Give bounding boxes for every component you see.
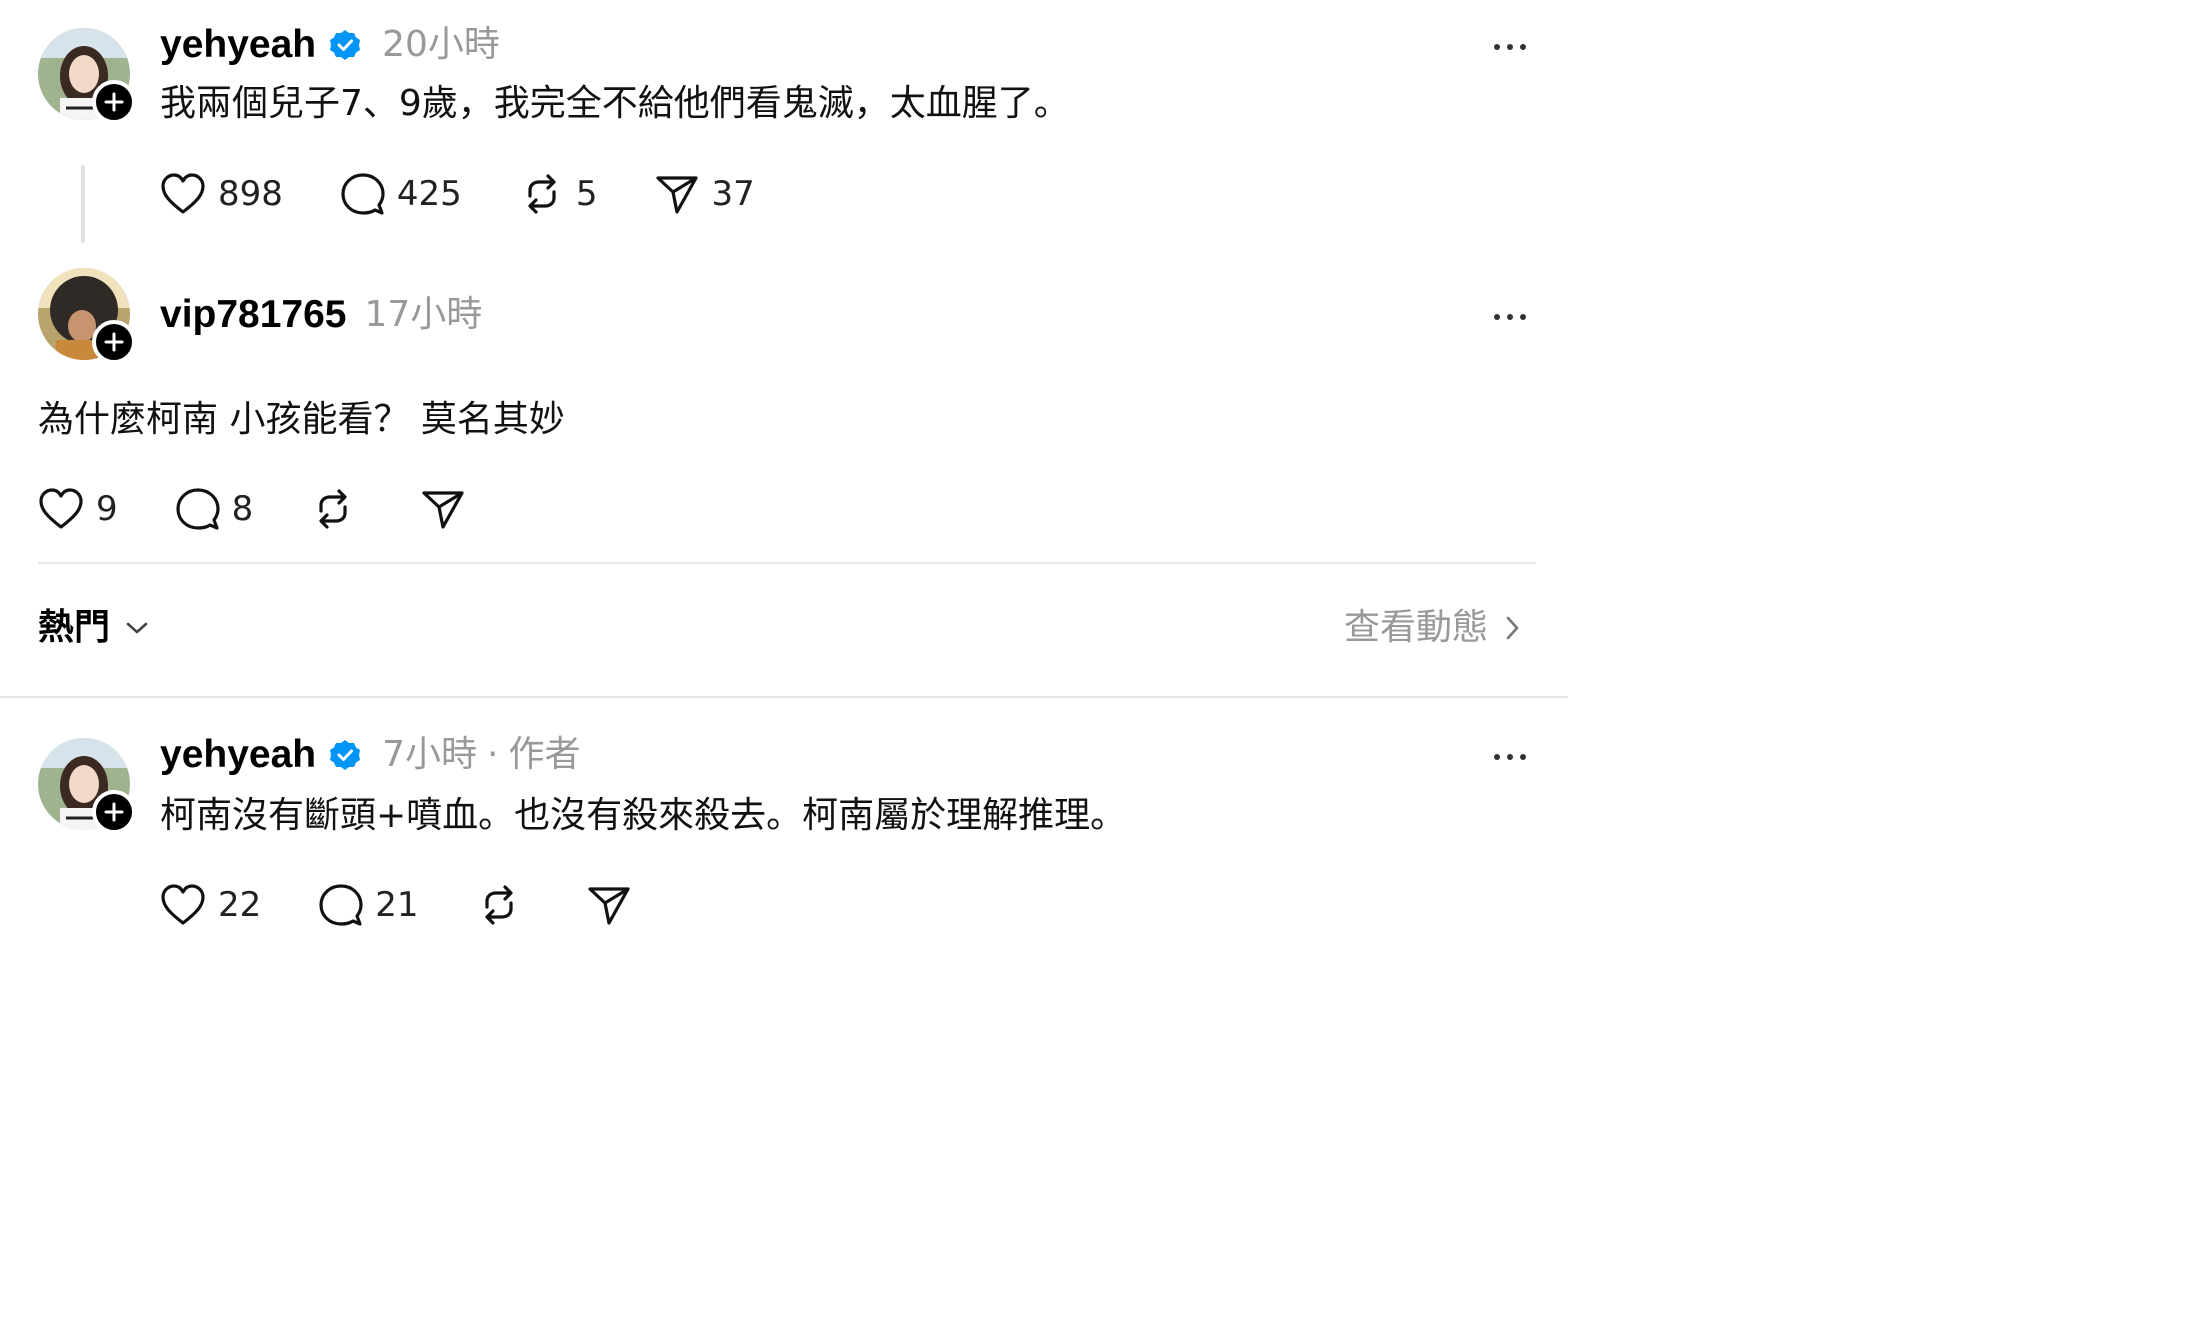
follow-button[interactable] [92, 80, 136, 124]
timestamp: 20小時 [382, 24, 500, 65]
send-icon [422, 491, 464, 529]
reply-button[interactable]: 21 [319, 880, 419, 930]
username[interactable]: vip781765 [160, 292, 347, 338]
share-button[interactable] [587, 880, 631, 930]
verified-badge-icon [328, 28, 362, 62]
heart-icon [161, 173, 205, 214]
share-count: 37 [711, 174, 755, 214]
repost-icon [319, 489, 347, 529]
verified-badge-icon [328, 738, 362, 772]
share-button[interactable]: 37 [655, 169, 755, 219]
plus-icon [104, 332, 124, 352]
username[interactable]: yehyeah [160, 732, 316, 778]
separator-dot: · [487, 734, 499, 775]
follow-button[interactable] [92, 790, 136, 834]
more-dots-icon[interactable] [1492, 32, 1532, 62]
view-activity-label: 查看動態 [1344, 607, 1489, 648]
reply-count: 8 [231, 489, 254, 529]
comment-bubble-icon [319, 884, 363, 926]
share-button[interactable] [421, 484, 465, 534]
heart-icon [161, 884, 205, 925]
comment-text: 為什麼柯南 小孩能看？ 莫名其妙 [38, 399, 565, 440]
username[interactable]: yehyeah [160, 22, 316, 68]
sort-label: 熱門 [38, 607, 111, 648]
timestamp: 7小時 [382, 734, 478, 775]
heart-icon [39, 488, 83, 529]
comment-bubble-icon [341, 173, 385, 215]
send-icon [656, 176, 699, 214]
more-dots-icon[interactable] [1492, 742, 1532, 772]
like-count: 898 [218, 174, 283, 214]
like-button[interactable]: 9 [38, 484, 118, 534]
like-count: 9 [96, 489, 118, 529]
comment-text: 柯南沒有斷頭+噴血。也沒有殺來殺去。柯南屬於理解推理。 [160, 795, 1127, 836]
sort-dropdown[interactable]: 熱門 [38, 606, 150, 650]
like-button[interactable]: 898 [160, 169, 283, 219]
chevron-right-icon [1506, 616, 1519, 640]
repost-button[interactable]: 5 [520, 169, 598, 219]
repost-icon [484, 885, 513, 925]
reply-count: 21 [375, 885, 419, 925]
repost-button[interactable] [311, 484, 355, 534]
plus-icon [104, 92, 124, 112]
reply-button[interactable]: 8 [176, 484, 254, 534]
like-count: 22 [218, 885, 262, 925]
comment-bubble-icon [176, 488, 220, 530]
send-icon [587, 887, 630, 925]
comment-text: 我兩個兒子7、9歲，我完全不給他們看鬼滅，太血腥了。 [160, 83, 1070, 124]
divider [38, 562, 1536, 564]
chevron-down-icon [126, 622, 148, 634]
repost-button[interactable] [477, 880, 521, 930]
plus-icon [104, 802, 124, 822]
like-button[interactable]: 22 [160, 880, 261, 930]
repost-icon [528, 174, 556, 214]
author-tag: 作者 [508, 734, 581, 775]
divider [0, 696, 1568, 698]
follow-button[interactable] [92, 320, 136, 364]
thread-line [81, 165, 85, 243]
view-activity-link[interactable]: 查看動態 [1344, 606, 1522, 650]
timestamp: 17小時 [364, 294, 483, 335]
more-dots-icon[interactable] [1492, 302, 1532, 332]
reply-button[interactable]: 425 [341, 169, 462, 219]
reply-count: 425 [396, 174, 462, 214]
repost-count: 5 [575, 174, 598, 214]
